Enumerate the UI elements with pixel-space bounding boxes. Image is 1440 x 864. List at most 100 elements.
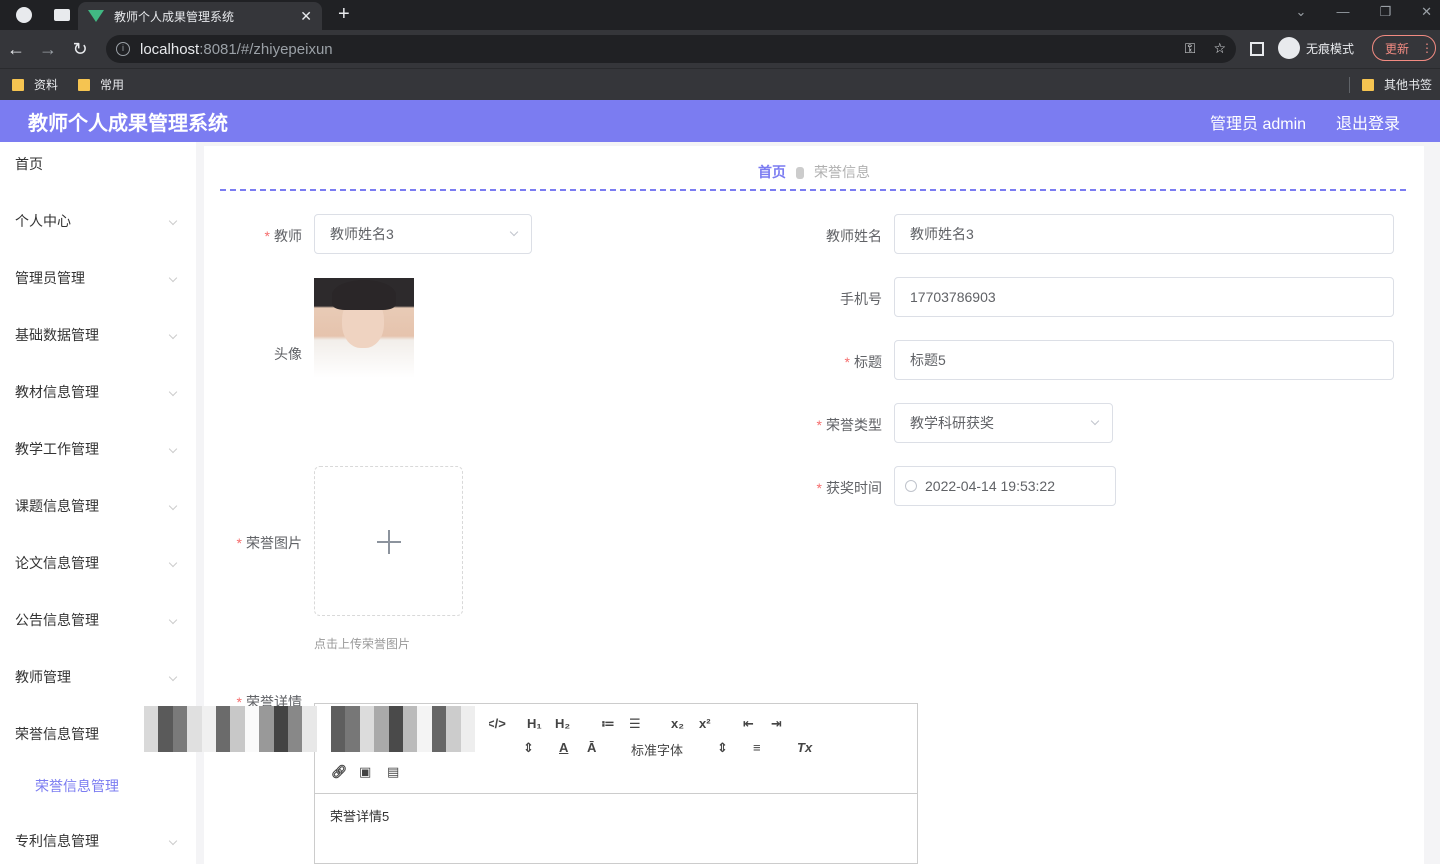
browser-tab[interactable]: 教师个人成果管理系统 ✕ — [78, 2, 322, 30]
more-vert-icon: ⋮ — [1421, 41, 1434, 55]
address-bar-row: ← → ↻ i localhost:8081/#/zhiyepeixun ⚿ ☆… — [0, 30, 1440, 68]
phone-field[interactable]: 17703786903 — [894, 277, 1394, 317]
sidebar: 首页 个人中心 管理员管理 基础数据管理 教材信息管理 教学工作管理 课题信息管… — [0, 142, 196, 864]
title-label: * 标题 — [844, 354, 882, 370]
sidebar-item-base-data[interactable]: 基础数据管理 — [0, 315, 196, 355]
back-icon[interactable]: ← — [0, 39, 32, 60]
incognito-badge[interactable]: 无痕模式 — [1278, 37, 1354, 59]
globe-icon[interactable] — [16, 7, 32, 23]
vue-logo-icon — [88, 10, 104, 22]
font-family-select[interactable]: 标准字体 — [631, 740, 683, 759]
chevron-down-icon — [168, 444, 178, 454]
link-icon[interactable]: 🔗︎ — [331, 764, 348, 780]
video-icon[interactable]: ▤ — [387, 764, 399, 780]
logout-button[interactable]: 退出登录 — [1336, 110, 1400, 134]
sidebar-item-home[interactable]: 首页 — [0, 144, 196, 184]
chevron-down-icon[interactable]: ⌄ — [1296, 4, 1307, 20]
breadcrumb-current: 荣誉信息 — [814, 164, 870, 180]
heading2-icon[interactable]: H₂ — [555, 716, 570, 731]
bookmark-folder[interactable]: 常用 — [78, 76, 124, 93]
current-user: 管理员 admin — [1210, 116, 1307, 133]
subscript-icon[interactable]: x₂ — [671, 716, 684, 731]
sidebar-item-label: 荣誉信息管理 — [15, 726, 99, 742]
clock-icon — [905, 480, 917, 492]
dropdown-arrows-icon[interactable]: ⇕ — [717, 740, 728, 756]
update-button[interactable]: 更新 ⋮ — [1372, 35, 1436, 61]
app-header: 教师个人成果管理系统 管理员 admin 退出登录 — [0, 100, 1440, 142]
other-bookmarks[interactable]: 其他书签 — [1361, 76, 1432, 93]
upload-tip: 点击上传荣誉图片 — [314, 637, 411, 651]
teacher-select-value: 教师姓名3 — [330, 226, 394, 242]
update-label: 更新 — [1385, 41, 1410, 56]
image-upload-button[interactable] — [314, 466, 463, 616]
chevron-down-icon — [168, 672, 178, 682]
sidebar-item-label: 首页 — [15, 156, 43, 172]
sidebar-item-label: 教师管理 — [15, 669, 71, 685]
chevron-down-icon — [168, 836, 178, 846]
star-icon[interactable]: ☆ — [1213, 40, 1226, 57]
folder-icon — [1361, 78, 1374, 91]
sidebar-item-admins[interactable]: 管理员管理 — [0, 258, 196, 298]
avatar-hair — [332, 280, 396, 310]
bookmark-folder[interactable]: 资料 — [12, 76, 58, 93]
folder-icon — [12, 78, 24, 91]
sidebar-item-teaching[interactable]: 教学工作管理 — [0, 429, 196, 469]
chevron-down-icon — [168, 387, 178, 397]
sidebar-subitem-honor-manage[interactable]: 荣誉信息管理 — [0, 766, 196, 806]
url-field[interactable]: i localhost:8081/#/zhiyepeixun ⚿ ☆ — [106, 35, 1236, 63]
title-field[interactable]: 标题5 — [894, 340, 1394, 380]
sidebar-item-label: 荣誉信息管理 — [35, 778, 119, 794]
side-panel-icon[interactable] — [1250, 42, 1264, 56]
info-icon[interactable]: i — [116, 42, 130, 56]
honor-type-select[interactable]: 教学科研获奖 — [894, 403, 1113, 443]
sidebar-item-personal[interactable]: 个人中心 — [0, 201, 196, 241]
browser-tab-bar: 教师个人成果管理系统 ✕ + ⌄ — ❐ ✕ — [0, 0, 1440, 30]
bullet-list-icon[interactable]: ☰ — [629, 716, 641, 732]
chevron-down-icon — [168, 273, 178, 283]
breadcrumb-home[interactable]: 首页 — [758, 164, 786, 180]
other-bookmarks-label: 其他书签 — [1383, 78, 1432, 92]
folder-icon — [78, 78, 91, 91]
sidebar-item-textbooks[interactable]: 教材信息管理 — [0, 372, 196, 412]
honor-type-label: * 荣誉类型 — [816, 417, 882, 433]
heading1-icon[interactable]: H₁ — [527, 716, 542, 731]
award-time-picker[interactable]: 2022-04-14 19:53:22 — [894, 466, 1116, 506]
indent-icon[interactable]: ⇥ — [771, 716, 782, 732]
chevron-down-icon — [509, 227, 519, 237]
chevron-down-icon — [168, 501, 178, 511]
forward-icon[interactable]: → — [32, 39, 64, 60]
sidebar-item-patents[interactable]: 专利信息管理 — [0, 821, 196, 861]
sidebar-item-projects[interactable]: 课题信息管理 — [0, 486, 196, 526]
incognito-icon — [1278, 37, 1300, 59]
background-color-icon[interactable]: Ā — [587, 740, 596, 755]
new-tab-icon[interactable]: + — [338, 3, 350, 26]
close-window-icon[interactable]: ✕ — [1421, 4, 1432, 20]
title-value: 标题5 — [910, 352, 946, 368]
restore-icon[interactable]: ❐ — [1379, 4, 1391, 20]
sidebar-item-label: 公告信息管理 — [15, 612, 99, 628]
align-icon[interactable]: ≡ — [753, 740, 761, 755]
chevron-down-icon — [168, 615, 178, 625]
teacher-name-field[interactable]: 教师姓名3 — [894, 214, 1394, 254]
key-icon[interactable]: ⚿ — [1185, 40, 1196, 57]
minimize-icon[interactable]: — — [1336, 4, 1349, 20]
sidebar-item-teachers[interactable]: 教师管理 — [0, 657, 196, 697]
image-icon[interactable]: ▣ — [359, 764, 371, 780]
editor-content[interactable]: 荣誉详情5 — [330, 806, 389, 825]
sidebar-item-label: 个人中心 — [15, 213, 71, 229]
ordered-list-icon[interactable]: ≔ — [601, 716, 615, 732]
reload-icon[interactable]: ↻ — [64, 39, 96, 60]
font-color-icon[interactable]: A — [559, 740, 568, 755]
bookmark-label: 常用 — [100, 78, 125, 92]
close-icon[interactable]: ✕ — [300, 8, 312, 25]
sidebar-item-notices[interactable]: 公告信息管理 — [0, 600, 196, 640]
sidebar-item-label: 管理员管理 — [15, 270, 85, 286]
clear-format-icon[interactable]: Tx — [797, 740, 812, 755]
teacher-select[interactable]: 教师姓名3 — [314, 214, 532, 254]
sidebar-item-label: 教材信息管理 — [15, 384, 99, 400]
sidebar-item-papers[interactable]: 论文信息管理 — [0, 543, 196, 583]
outdent-icon[interactable]: ⇤ — [743, 716, 754, 732]
dropdown-arrows-icon[interactable]: ⇕ — [523, 740, 534, 756]
superscript-icon[interactable]: x² — [699, 716, 711, 731]
window-icon[interactable] — [54, 9, 70, 21]
